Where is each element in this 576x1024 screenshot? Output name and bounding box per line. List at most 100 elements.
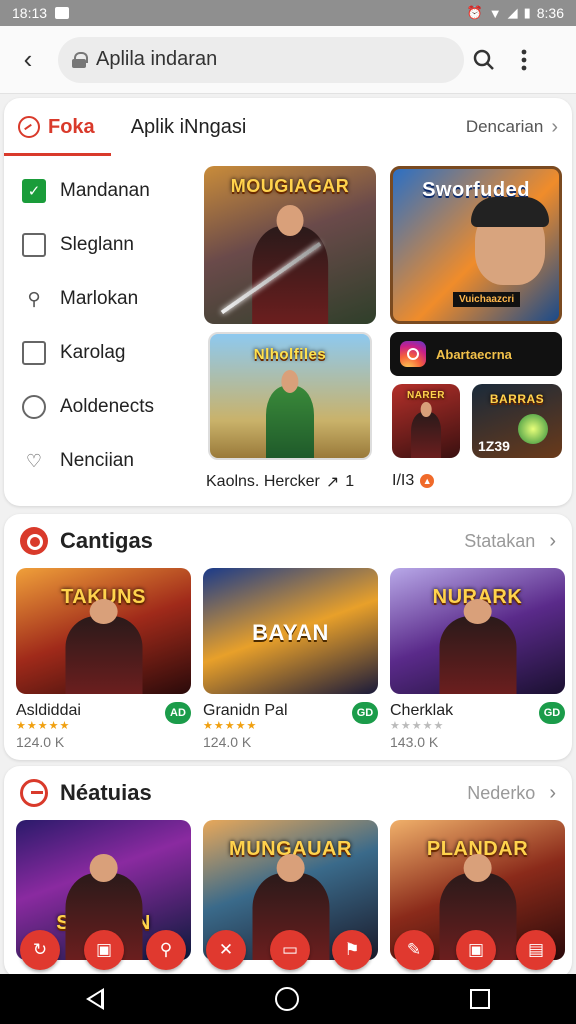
character-portrait (471, 197, 549, 285)
back-arrow-icon[interactable]: ‹ (12, 44, 44, 76)
featured-game-tile-3[interactable]: Nlholfiles (208, 332, 372, 460)
fire-icon: ▲ (420, 474, 435, 488)
game-art: Nlholfiles (210, 334, 370, 458)
system-nav-bar (0, 974, 576, 1024)
featured-game-tile-2[interactable]: Sworfuded Vuichaazcri (390, 166, 562, 324)
instagram-banner[interactable]: Abartaecrna (390, 332, 562, 376)
tab-apps[interactable]: Aplik iNngasi (131, 98, 247, 156)
featured-caption-left: Kaolns. Hercker ↗ 1 (206, 472, 354, 492)
status-bar: 18:13 ⏰ ▼ ◢ ▮ 8:36 (0, 0, 576, 26)
game-art: MOUGIAGAR (204, 166, 376, 324)
floating-actions: ↻ ▣ ⚲ ✕ ▭ ⚑ ✎ ▣ ▤ (0, 930, 576, 974)
game-thumbnail: TAKUNS (16, 568, 191, 694)
category-menu: ✓ Mandanan Sleglann ⚲ Marlokan Karolag A… (4, 164, 194, 488)
search-icon[interactable] (464, 40, 504, 80)
featured-card: Foka Aplik iNngasi Dencarian › ✓ Mandana… (4, 98, 572, 506)
game-info: Granidn Pal ★★★★★ 124.0 K GD (203, 702, 378, 750)
hero-figure (252, 226, 328, 324)
featured-game-tile-5[interactable]: NARER (392, 384, 460, 458)
check-icon: ✓ (22, 179, 46, 203)
nav-home-icon[interactable] (274, 987, 299, 1011)
rating-stars: ★★★★★ (390, 720, 445, 732)
install-button[interactable]: AD (165, 702, 191, 724)
game-info: Asldiddai ★★★★★ 124.0 K AD (16, 702, 191, 750)
game-thumbnail: BAYAN (203, 568, 378, 694)
menu-item-marlokan[interactable]: ⚲ Marlokan (4, 272, 194, 326)
search-bar[interactable] (58, 36, 464, 83)
section-see-more[interactable]: Nederko › (467, 782, 556, 805)
pin-fab-icon[interactable]: ⚑ (332, 930, 372, 970)
see-more-label: Statakan (464, 530, 536, 551)
download-count: 124.0 K (16, 734, 65, 750)
alarm-icon: ⏰ (466, 5, 483, 20)
menu-item-karolag[interactable]: Karolag (4, 326, 194, 380)
arrow-icon: ↗ (325, 474, 340, 491)
menu-item-label: Karolag (60, 342, 126, 363)
gauge-icon (18, 116, 40, 138)
search-fab-icon[interactable]: ⚲ (146, 930, 186, 970)
calendar-icon (22, 341, 46, 365)
install-button[interactable]: GD (539, 702, 565, 724)
download-count: 143.0 K (390, 734, 439, 750)
signal-icon: ◢ (507, 5, 518, 20)
more-vert-icon[interactable] (504, 40, 544, 80)
game-art-number: 1Z39 (478, 438, 510, 454)
tv-icon (22, 233, 46, 257)
featured-caption-right: I/I3 ▲ (392, 472, 435, 490)
heart-icon: ♡ (25, 450, 43, 471)
search-input[interactable] (96, 48, 426, 71)
status-battery-time: 8:36 (536, 5, 564, 21)
hero-figure (411, 412, 441, 458)
caption-count: 1 (345, 473, 355, 490)
tv-fab-icon[interactable]: ▣ (84, 930, 124, 970)
menu-item-aoldenects[interactable]: Aoldenects (4, 380, 194, 434)
tab-foka[interactable]: Foka (4, 98, 111, 156)
card-fab-icon[interactable]: ▤ (516, 930, 556, 970)
share-fab-icon[interactable]: ↻ (20, 930, 60, 970)
game-card[interactable]: TAKUNS Asldiddai ★★★★★ 124.0 K AD (16, 568, 191, 750)
nav-recents-icon[interactable] (470, 989, 491, 1009)
nav-back-icon[interactable] (85, 988, 104, 1010)
top-app-bar: ‹ (0, 26, 576, 94)
tv-fab-icon[interactable]: ▣ (456, 930, 496, 970)
game-art-title: BARRAS (489, 392, 545, 406)
section-header: Cantigas Statakan › (4, 514, 572, 568)
download-count: 124.0 K (203, 734, 252, 750)
chevron-right-icon: › (549, 781, 556, 804)
tab-apps-label: Aplik iNngasi (130, 115, 247, 138)
section-cantigas: Cantigas Statakan › TAKUNS Asldiddai ★★★… (4, 514, 572, 760)
chevron-right-icon: › (551, 115, 558, 138)
game-card[interactable]: BAYAN Granidn Pal ★★★★★ 124.0 K GD (203, 568, 378, 750)
menu-item-nenciian[interactable]: ♡ Nenciian (4, 434, 194, 488)
menu-item-sleglann[interactable]: Sleglann (4, 218, 194, 272)
menu-item-label: Nenciian (60, 450, 134, 471)
hero-figure (266, 386, 314, 458)
tab-bar: Foka Aplik iNngasi Dencarian › (4, 98, 572, 156)
game-card[interactable]: NURARK Cherklak ★★★★★ 143.0 K GD (390, 568, 565, 750)
game-info: Cherklak ★★★★★ 143.0 K GD (390, 702, 565, 750)
circle-icon (22, 395, 46, 419)
section-see-more[interactable]: Statakan › (464, 530, 556, 553)
featured-game-tile-1[interactable]: MOUGIAGAR (204, 166, 376, 324)
featured-game-tile-6[interactable]: BARRAS 1Z39 (472, 384, 562, 458)
close-fab-icon[interactable]: ✕ (206, 930, 246, 970)
game-art-title: BAYAN (252, 620, 329, 645)
tv-fab-icon[interactable]: ▭ (270, 930, 310, 970)
lock-icon (72, 51, 88, 68)
game-art: BARRAS 1Z39 (472, 384, 562, 458)
menu-item-mandanan[interactable]: ✓ Mandanan (4, 164, 194, 218)
menu-item-label: Sleglann (60, 234, 134, 255)
game-art-title: Nlholfiles (253, 346, 327, 363)
install-button[interactable]: GD (352, 702, 378, 724)
rating-stars: ★★★★★ (203, 720, 258, 732)
hero-figure (65, 615, 142, 694)
game-list: TAKUNS Asldiddai ★★★★★ 124.0 K AD BAYAN … (4, 568, 572, 750)
chevron-right-icon: › (549, 529, 556, 552)
tab-search[interactable]: Dencarian › (466, 98, 558, 156)
rating-stars: ★★★★★ (16, 720, 71, 732)
game-art-title: NARER (406, 390, 446, 401)
game-name: Granidn Pal (203, 702, 288, 719)
game-art-subtitle: Vuichaazcri (453, 292, 521, 307)
edit-fab-icon[interactable]: ✎ (394, 930, 434, 970)
see-more-label: Nederko (467, 782, 536, 803)
